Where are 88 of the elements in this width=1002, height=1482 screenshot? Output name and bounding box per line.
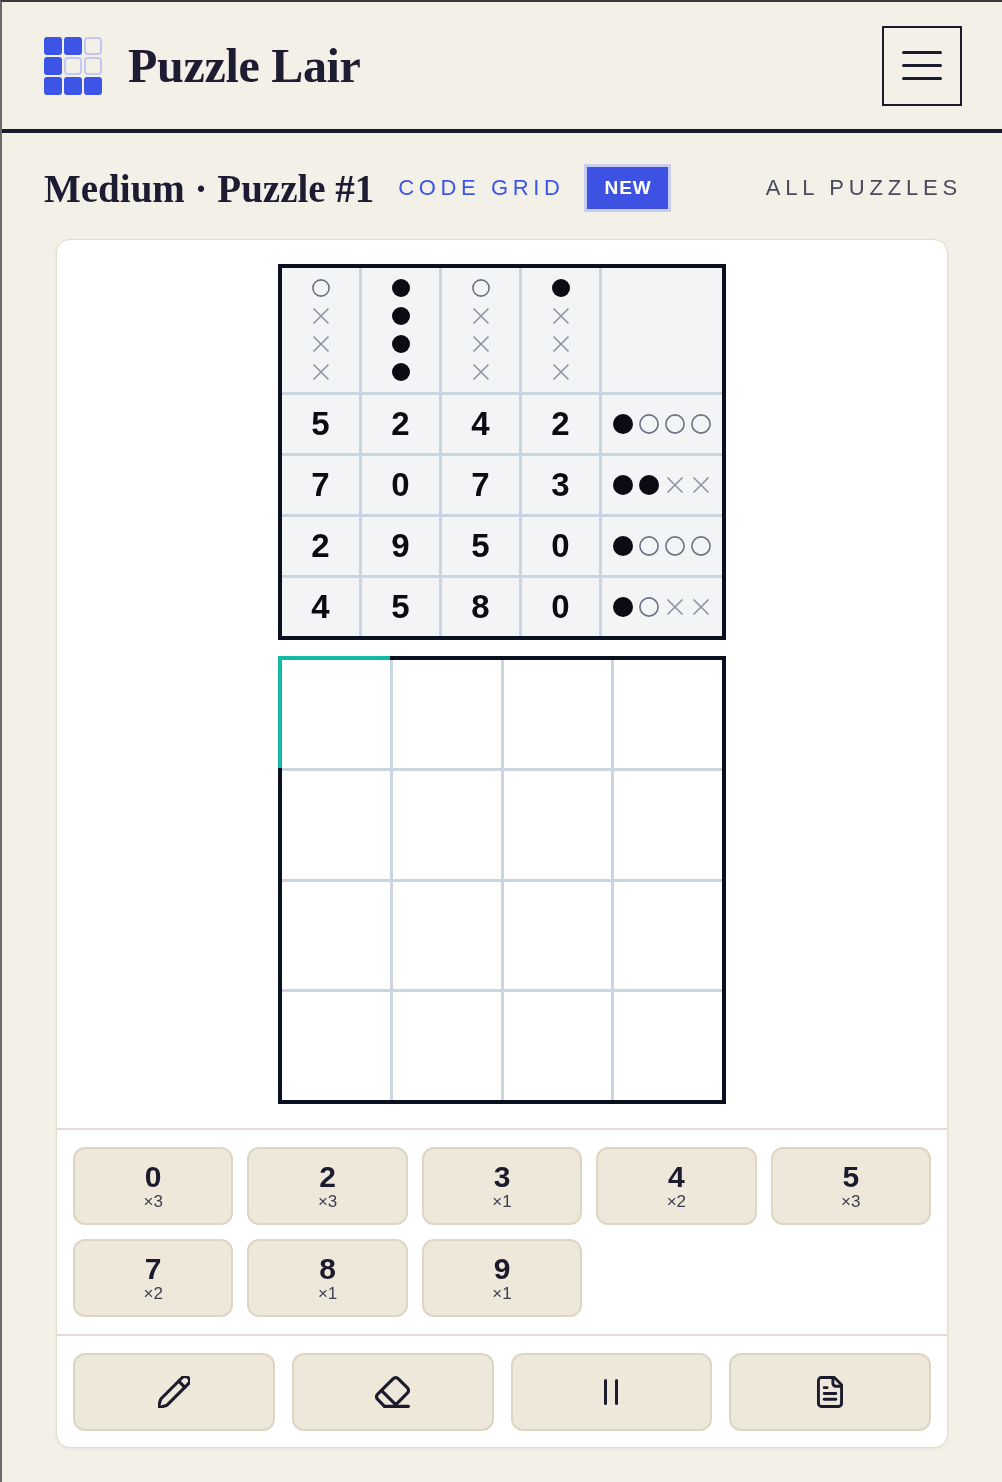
filled-dot-icon	[391, 335, 410, 353]
digit-cell: 4	[442, 395, 519, 453]
answer-cell[interactable]	[614, 992, 722, 1100]
digit-cell: 0	[522, 578, 599, 636]
answer-cell[interactable]	[614, 881, 722, 990]
answer-cell[interactable]	[392, 770, 501, 879]
filled-dot-icon	[613, 597, 633, 617]
filled-dot-icon	[613, 536, 633, 556]
document-icon	[817, 1376, 844, 1408]
answer-cell[interactable]	[278, 656, 390, 768]
hollow-circle-icon	[665, 414, 685, 434]
eraser-button[interactable]	[291, 1353, 494, 1431]
digit-key[interactable]: 7 ×2	[73, 1239, 234, 1317]
digit-key[interactable]: 9 ×1	[421, 1239, 583, 1317]
hollow-circle-icon	[311, 279, 330, 297]
cross-icon	[471, 307, 490, 325]
hollow-circle-icon	[691, 414, 711, 434]
cross-icon	[665, 597, 685, 617]
digit-cell: 3	[522, 456, 599, 514]
digit-cell: 7	[442, 456, 519, 514]
answer-cell[interactable]	[282, 992, 390, 1100]
filled-dot-icon	[639, 475, 659, 495]
digit-cell: 4	[282, 578, 359, 636]
cross-icon	[691, 475, 711, 495]
pencil-icon	[157, 1376, 190, 1408]
answer-cell[interactable]	[503, 770, 612, 879]
hollow-circle-icon	[471, 279, 490, 297]
pencil-button[interactable]	[73, 1353, 275, 1431]
answer-cell[interactable]	[282, 881, 390, 990]
category-label: CODE GRID	[398, 175, 565, 201]
answer-cell[interactable]	[503, 992, 612, 1100]
all-puzzles-link[interactable]: ALL PUZZLES	[765, 175, 962, 201]
hollow-circle-icon	[691, 536, 711, 556]
digit-key[interactable]: 0 ×3	[73, 1147, 234, 1225]
puzzle-title: Medium · Puzzle #1	[44, 165, 375, 211]
cross-icon	[471, 335, 490, 353]
digit-key[interactable]: 3 ×1	[421, 1147, 583, 1225]
digit-cell: 5	[282, 395, 359, 453]
menu-icon	[902, 51, 942, 80]
answer-cell[interactable]	[614, 660, 722, 768]
answer-cell[interactable]	[503, 881, 612, 990]
cross-icon	[691, 597, 711, 617]
new-badge: NEW	[584, 164, 671, 212]
filled-dot-icon	[391, 279, 410, 297]
cross-icon	[311, 307, 330, 325]
site-title: Puzzle Lair	[128, 38, 361, 93]
menu-button[interactable]	[882, 25, 962, 106]
filled-dot-icon	[391, 307, 410, 325]
cross-icon	[551, 307, 570, 325]
digit-cell: 2	[362, 395, 439, 453]
filled-dot-icon	[613, 475, 633, 495]
digit-key[interactable]: 2 ×3	[247, 1147, 408, 1225]
grid-logo-icon	[44, 36, 102, 95]
filled-dot-icon	[613, 414, 633, 434]
answer-cell[interactable]	[392, 881, 501, 990]
digit-cell: 5	[362, 578, 439, 636]
cross-icon	[551, 335, 570, 353]
digit-cell: 2	[522, 395, 599, 453]
answer-cell[interactable]	[392, 660, 501, 768]
digit-key[interactable]: 4 ×2	[596, 1147, 757, 1225]
hollow-circle-icon	[639, 597, 659, 617]
filled-dot-icon	[551, 279, 570, 297]
filled-dot-icon	[391, 363, 410, 381]
digit-cell: 7	[282, 456, 359, 514]
digit-key[interactable]: 8 ×1	[247, 1239, 408, 1317]
hollow-circle-icon	[665, 536, 685, 556]
cross-icon	[311, 363, 330, 381]
answer-cell[interactable]	[282, 770, 390, 879]
pause-button[interactable]	[510, 1353, 713, 1431]
pause-icon	[604, 1379, 619, 1405]
digit-cell: 5	[442, 517, 519, 575]
answer-cell[interactable]	[503, 660, 612, 768]
hollow-circle-icon	[639, 414, 659, 434]
hollow-circle-icon	[639, 536, 659, 556]
answer-cell[interactable]	[392, 992, 501, 1100]
digit-cell: 8	[442, 578, 519, 636]
digit-cell: 0	[522, 517, 599, 575]
digit-cell: 2	[282, 517, 359, 575]
digit-cell: 9	[362, 517, 439, 575]
eraser-icon	[375, 1376, 411, 1408]
cross-icon	[471, 363, 490, 381]
cross-icon	[551, 363, 570, 381]
notes-button[interactable]	[729, 1353, 931, 1431]
cross-icon	[665, 475, 685, 495]
digit-cell: 0	[362, 456, 439, 514]
answer-cell[interactable]	[614, 770, 722, 879]
cross-icon	[311, 335, 330, 353]
digit-key[interactable]: 5 ×3	[770, 1147, 931, 1225]
